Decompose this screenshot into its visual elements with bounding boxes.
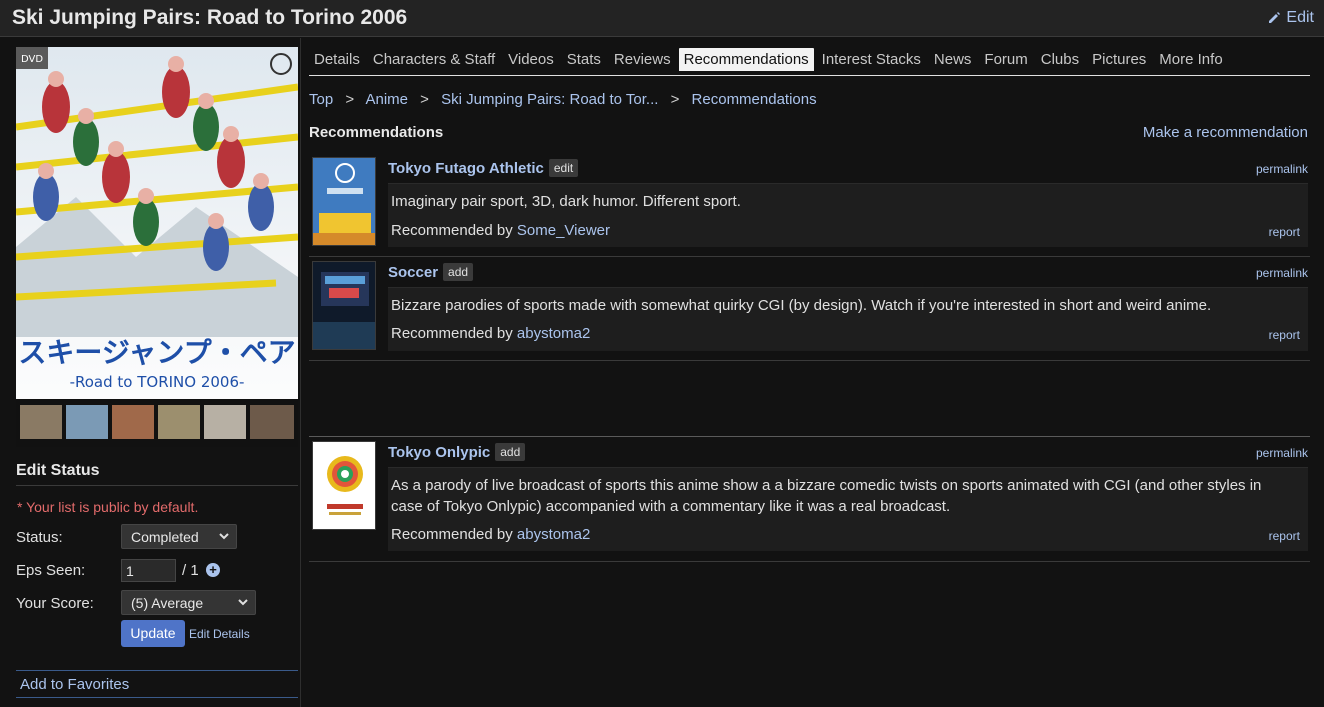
report-link[interactable]: report (1269, 529, 1300, 543)
eps-total: / 1 (182, 562, 199, 579)
tab-interest-stacks[interactable]: Interest Stacks (817, 48, 926, 71)
eps-input[interactable]: 1 (121, 559, 176, 582)
status-label: Status: (16, 529, 63, 546)
update-button[interactable]: Update (121, 620, 185, 647)
recommendation-item: Tokyo Onlypic add permalink As a parody o… (309, 436, 1310, 560)
rec-title[interactable]: Tokyo Onlypic add (388, 443, 526, 461)
status-select[interactable]: Completed (121, 524, 237, 549)
breadcrumb-separator: > (670, 91, 680, 108)
chevron-down-icon (219, 533, 229, 540)
breadcrumb-anime[interactable]: Anime (365, 91, 408, 108)
recommendations-heading: Recommendations (309, 124, 444, 141)
rec-thumbnail[interactable] (312, 261, 376, 350)
cover-image[interactable]: DVD スキージャンプ・ペア -Road to TORINO 2006- (16, 47, 298, 447)
cover-title: スキージャンプ・ペア (18, 336, 295, 369)
rec-author: Recommended by abystoma2 (391, 526, 590, 543)
tab-characters-staff[interactable]: Characters & Staff (368, 48, 500, 71)
rec-author-prefix: Recommended by (391, 526, 517, 543)
cover-subtitle: -Road to TORINO 2006- (70, 373, 245, 391)
rec-thumbnail[interactable] (312, 441, 376, 530)
make-recommendation-link[interactable]: Make a recommendation (1143, 124, 1308, 141)
rec-thumbnail[interactable] (312, 157, 376, 246)
rec-author-prefix: Recommended by (391, 222, 517, 239)
tab-details[interactable]: Details (309, 48, 365, 71)
breadcrumb-series[interactable]: Ski Jumping Pairs: Road to Tor... (441, 91, 658, 108)
tab-more-info[interactable]: More Info (1154, 48, 1227, 71)
eps-label: Eps Seen: (16, 562, 86, 579)
rec-author: Recommended by abystoma2 (391, 325, 590, 342)
breadcrumb-separator: > (345, 91, 355, 108)
rec-author: Recommended by Some_Viewer (391, 222, 610, 239)
edit-label: Edit (1286, 9, 1314, 26)
permalink-link[interactable]: permalink (1256, 162, 1308, 176)
tab-stats[interactable]: Stats (562, 48, 606, 71)
tab-reviews[interactable]: Reviews (609, 48, 676, 71)
tab-forum[interactable]: Forum (979, 48, 1032, 71)
rec-title[interactable]: Tokyo Futago Athletic edit (388, 159, 579, 177)
tab-pictures[interactable]: Pictures (1087, 48, 1151, 71)
score-value: (5) Average (131, 595, 204, 611)
edit-link[interactable]: Edit (1267, 9, 1314, 27)
rec-title-text: Soccer (388, 264, 439, 281)
permalink-link[interactable]: permalink (1256, 266, 1308, 280)
page-title: Ski Jumping Pairs: Road to Torino 2006 (12, 6, 408, 29)
status-value: Completed (131, 529, 199, 545)
tab-bar: Details Characters & Staff Videos Stats … (309, 48, 1310, 76)
left-sidebar: DVD スキージャンプ・ペア -Road to TORINO 2006- Edi… (0, 38, 301, 707)
tab-videos[interactable]: Videos (503, 48, 559, 71)
divider (309, 561, 1310, 562)
rec-text: Bizzare parodies of sports made with som… (391, 297, 1212, 314)
add-to-favorites-link[interactable]: Add to Favorites (16, 670, 298, 698)
rec-title-text: Tokyo Futago Athletic (388, 160, 544, 177)
edit-details-link[interactable]: Edit Details (189, 627, 250, 641)
svg-text:DVD: DVD (21, 54, 43, 65)
rec-body: Imaginary pair sport, 3D, dark humor. Di… (388, 183, 1308, 247)
rec-author-link[interactable]: abystoma2 (517, 325, 590, 342)
rec-add-tag[interactable]: add (495, 443, 526, 461)
recommendation-item: Soccer add permalink Bizzare parodies of … (309, 256, 1310, 356)
breadcrumb: Top > Anime > Ski Jumping Pairs: Road to… (309, 91, 817, 108)
rec-add-tag[interactable]: add (443, 263, 474, 281)
rec-body: Bizzare parodies of sports made with som… (388, 287, 1308, 351)
recommendation-item: Tokyo Futago Athletic edit permalink Imag… (309, 150, 1310, 250)
public-note: * Your list is public by default. (17, 499, 199, 515)
breadcrumb-current[interactable]: Recommendations (692, 91, 817, 108)
tab-clubs[interactable]: Clubs (1036, 48, 1084, 71)
rec-author-link[interactable]: abystoma2 (517, 526, 590, 543)
rec-text: As a parody of live broadcast of sports … (391, 477, 1262, 515)
rec-text: Imaginary pair sport, 3D, dark humor. Di… (391, 193, 741, 210)
rec-author-link[interactable]: Some_Viewer (517, 222, 610, 239)
edit-status-heading: Edit Status (16, 462, 298, 486)
increment-icon[interactable]: + (206, 563, 220, 577)
chevron-down-icon (238, 599, 248, 606)
breadcrumb-separator: > (420, 91, 429, 108)
rec-edit-tag[interactable]: edit (548, 159, 579, 177)
pencil-icon (1269, 12, 1281, 23)
divider (309, 360, 1310, 361)
title-bar: Ski Jumping Pairs: Road to Torino 2006 E… (0, 0, 1324, 37)
rec-author-prefix: Recommended by (391, 325, 517, 342)
score-label: Your Score: (16, 595, 94, 612)
rec-title[interactable]: Soccer add (388, 263, 474, 281)
tab-recommendations[interactable]: Recommendations (678, 48, 814, 71)
rec-body: As a parody of live broadcast of sports … (388, 467, 1308, 551)
tab-news[interactable]: News (929, 48, 977, 71)
report-link[interactable]: report (1269, 328, 1300, 342)
permalink-link[interactable]: permalink (1256, 446, 1308, 460)
rec-title-text: Tokyo Onlypic (388, 444, 491, 461)
score-select[interactable]: (5) Average (121, 590, 256, 615)
report-link[interactable]: report (1269, 225, 1300, 239)
breadcrumb-top[interactable]: Top (309, 91, 333, 108)
